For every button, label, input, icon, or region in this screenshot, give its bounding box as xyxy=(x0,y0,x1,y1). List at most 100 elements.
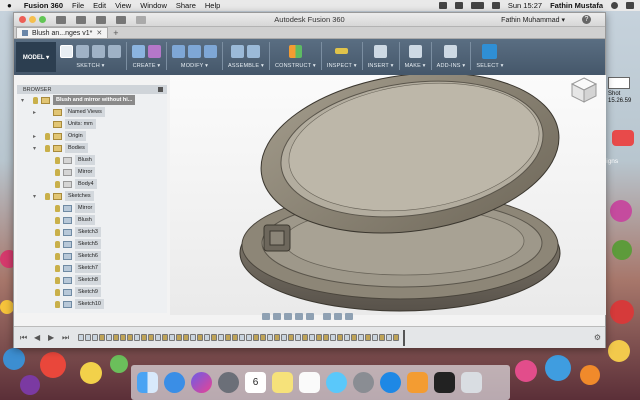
browser-row[interactable]: Sketch7 xyxy=(17,262,167,274)
play-button[interactable]: ▶ xyxy=(48,333,56,342)
browser-row[interactable]: ▾ Sketches xyxy=(17,190,167,202)
downloads-icon[interactable] xyxy=(434,372,455,393)
close-tab-icon[interactable]: ✕ xyxy=(96,29,102,37)
fit-icon[interactable] xyxy=(306,313,314,320)
new-tab-button[interactable]: + xyxy=(113,28,118,38)
browser-collapse-icon[interactable] xyxy=(158,87,163,92)
visibility-bulb-icon[interactable] xyxy=(55,276,60,284)
inspect-group[interactable]: INSPECT ▾ xyxy=(327,42,357,69)
shell-icon[interactable] xyxy=(204,44,217,58)
view-cube[interactable] xyxy=(570,76,598,104)
visibility-bulb-icon[interactable] xyxy=(55,240,60,248)
timeline-feature-icon[interactable] xyxy=(211,334,217,341)
modify-group[interactable]: MODIFY ▾ xyxy=(172,42,217,69)
browser-row[interactable]: Units: mm xyxy=(17,118,167,130)
timeline-sketch-icon[interactable] xyxy=(218,334,224,341)
reminders-icon[interactable] xyxy=(299,372,320,393)
timeline-feature-icon[interactable] xyxy=(232,334,238,341)
canvas-viewport[interactable] xyxy=(170,72,606,315)
assemble-menu-label[interactable]: ASSEMBLE ▾ xyxy=(228,63,264,69)
menu-window[interactable]: Window xyxy=(140,1,167,10)
display-settings-icon[interactable] xyxy=(323,313,331,320)
make-group[interactable]: MAKE ▾ xyxy=(405,42,426,69)
timeline-feature-icon[interactable] xyxy=(379,334,385,341)
visibility-bulb-icon[interactable] xyxy=(33,96,38,104)
document-tab[interactable]: Blush an...nges v1* ✕ xyxy=(16,27,109,38)
visibility-bulb-icon[interactable] xyxy=(45,132,50,140)
timeline-sketch-icon[interactable] xyxy=(295,334,301,341)
line-icon[interactable] xyxy=(76,44,89,58)
timeline-sketch-icon[interactable] xyxy=(344,334,350,341)
timeline-feature-icon[interactable] xyxy=(183,334,189,341)
timeline-feature-icon[interactable] xyxy=(120,334,126,341)
offset-plane-icon[interactable] xyxy=(288,44,302,58)
browser-row[interactable]: Blush xyxy=(17,154,167,166)
browser-row[interactable]: ▾ Blush and mirror without hi... xyxy=(17,94,167,106)
compact-mirror-model[interactable] xyxy=(170,72,606,315)
timeline-sketch-icon[interactable] xyxy=(386,334,392,341)
visibility-bulb-icon[interactable] xyxy=(55,288,60,296)
timeline-feature-icon[interactable] xyxy=(323,334,329,341)
fusion-360-icon[interactable] xyxy=(407,372,428,393)
timeline-feature-icon[interactable] xyxy=(351,334,357,341)
messages-icon[interactable] xyxy=(326,372,347,393)
timeline-sketch-icon[interactable] xyxy=(239,334,245,341)
timeline-feature-icon[interactable] xyxy=(176,334,182,341)
select-cursor-icon[interactable] xyxy=(482,43,498,59)
timeline-sketch-icon[interactable] xyxy=(330,334,336,341)
visibility-bulb-icon[interactable] xyxy=(45,144,50,152)
timeline-sketch-icon[interactable] xyxy=(155,334,161,341)
browser-row[interactable]: ▸ Origin xyxy=(17,130,167,142)
visibility-bulb-icon[interactable] xyxy=(55,204,60,212)
menu-app-name[interactable]: Fusion 360 xyxy=(24,1,63,10)
menu-view[interactable]: View xyxy=(115,1,131,10)
browser-row[interactable]: Sketch10 xyxy=(17,298,167,310)
menu-edit[interactable]: Edit xyxy=(93,1,106,10)
trash-icon[interactable] xyxy=(461,372,482,393)
workspace-switcher[interactable]: MODEL ▾ xyxy=(16,42,56,72)
create-menu-label[interactable]: CREATE ▾ xyxy=(133,63,161,69)
siri-icon[interactable] xyxy=(191,372,212,393)
sketch-menu-label[interactable]: SKETCH ▾ xyxy=(76,63,104,69)
zoom-icon[interactable] xyxy=(295,313,303,320)
timeline-sketch-icon[interactable] xyxy=(309,334,315,341)
select-menu-label[interactable]: SELECT ▾ xyxy=(476,63,503,69)
timeline-sketch-icon[interactable] xyxy=(92,334,98,341)
timeline-feature-icon[interactable] xyxy=(141,334,147,341)
sketch-group[interactable]: SKETCH ▾ xyxy=(60,42,121,69)
timeline-feature-icon[interactable] xyxy=(260,334,266,341)
visibility-bulb-icon[interactable] xyxy=(55,264,60,272)
orbit-icon[interactable] xyxy=(262,313,270,320)
create-form-icon[interactable] xyxy=(148,44,161,58)
expand-toggle-icon[interactable]: ▸ xyxy=(33,133,36,140)
visibility-bulb-icon[interactable] xyxy=(55,180,60,188)
timeline-feature-icon[interactable] xyxy=(162,334,168,341)
expand-toggle-icon[interactable]: ▾ xyxy=(33,193,36,200)
browser-row[interactable]: Sketch5 xyxy=(17,238,167,250)
battery-icon[interactable] xyxy=(470,2,484,9)
construct-menu-label[interactable]: CONSTRUCT ▾ xyxy=(275,63,316,69)
go-to-end-button[interactable]: ⏭ xyxy=(62,333,70,343)
extrude-icon[interactable] xyxy=(132,44,145,58)
launchpad-icon[interactable] xyxy=(218,372,239,393)
finder-icon[interactable] xyxy=(137,372,158,393)
timeline-feature-icon[interactable] xyxy=(337,334,343,341)
menu-help[interactable]: Help xyxy=(205,1,220,10)
help-button[interactable]: ? xyxy=(582,15,591,24)
browser-row[interactable]: Sketch8 xyxy=(17,274,167,286)
timeline-sketch-icon[interactable] xyxy=(78,334,84,341)
timeline-sketch-icon[interactable] xyxy=(281,334,287,341)
search-icon[interactable] xyxy=(611,2,618,9)
timeline-sketch-icon[interactable] xyxy=(169,334,175,341)
browser-row[interactable]: ▸ Named Views xyxy=(17,106,167,118)
wifi-icon[interactable] xyxy=(438,2,447,9)
visibility-bulb-icon[interactable] xyxy=(55,300,60,308)
browser-row[interactable]: Blush xyxy=(17,214,167,226)
press-pull-icon[interactable] xyxy=(172,44,185,58)
create-sketch-icon[interactable] xyxy=(60,44,73,58)
add-ins-group[interactable]: ADD-INS ▾ xyxy=(437,42,466,69)
safari-icon[interactable] xyxy=(164,372,185,393)
timeline-feature-icon[interactable] xyxy=(274,334,280,341)
visibility-bulb-icon[interactable] xyxy=(55,252,60,260)
visibility-bulb-icon[interactable] xyxy=(55,168,60,176)
